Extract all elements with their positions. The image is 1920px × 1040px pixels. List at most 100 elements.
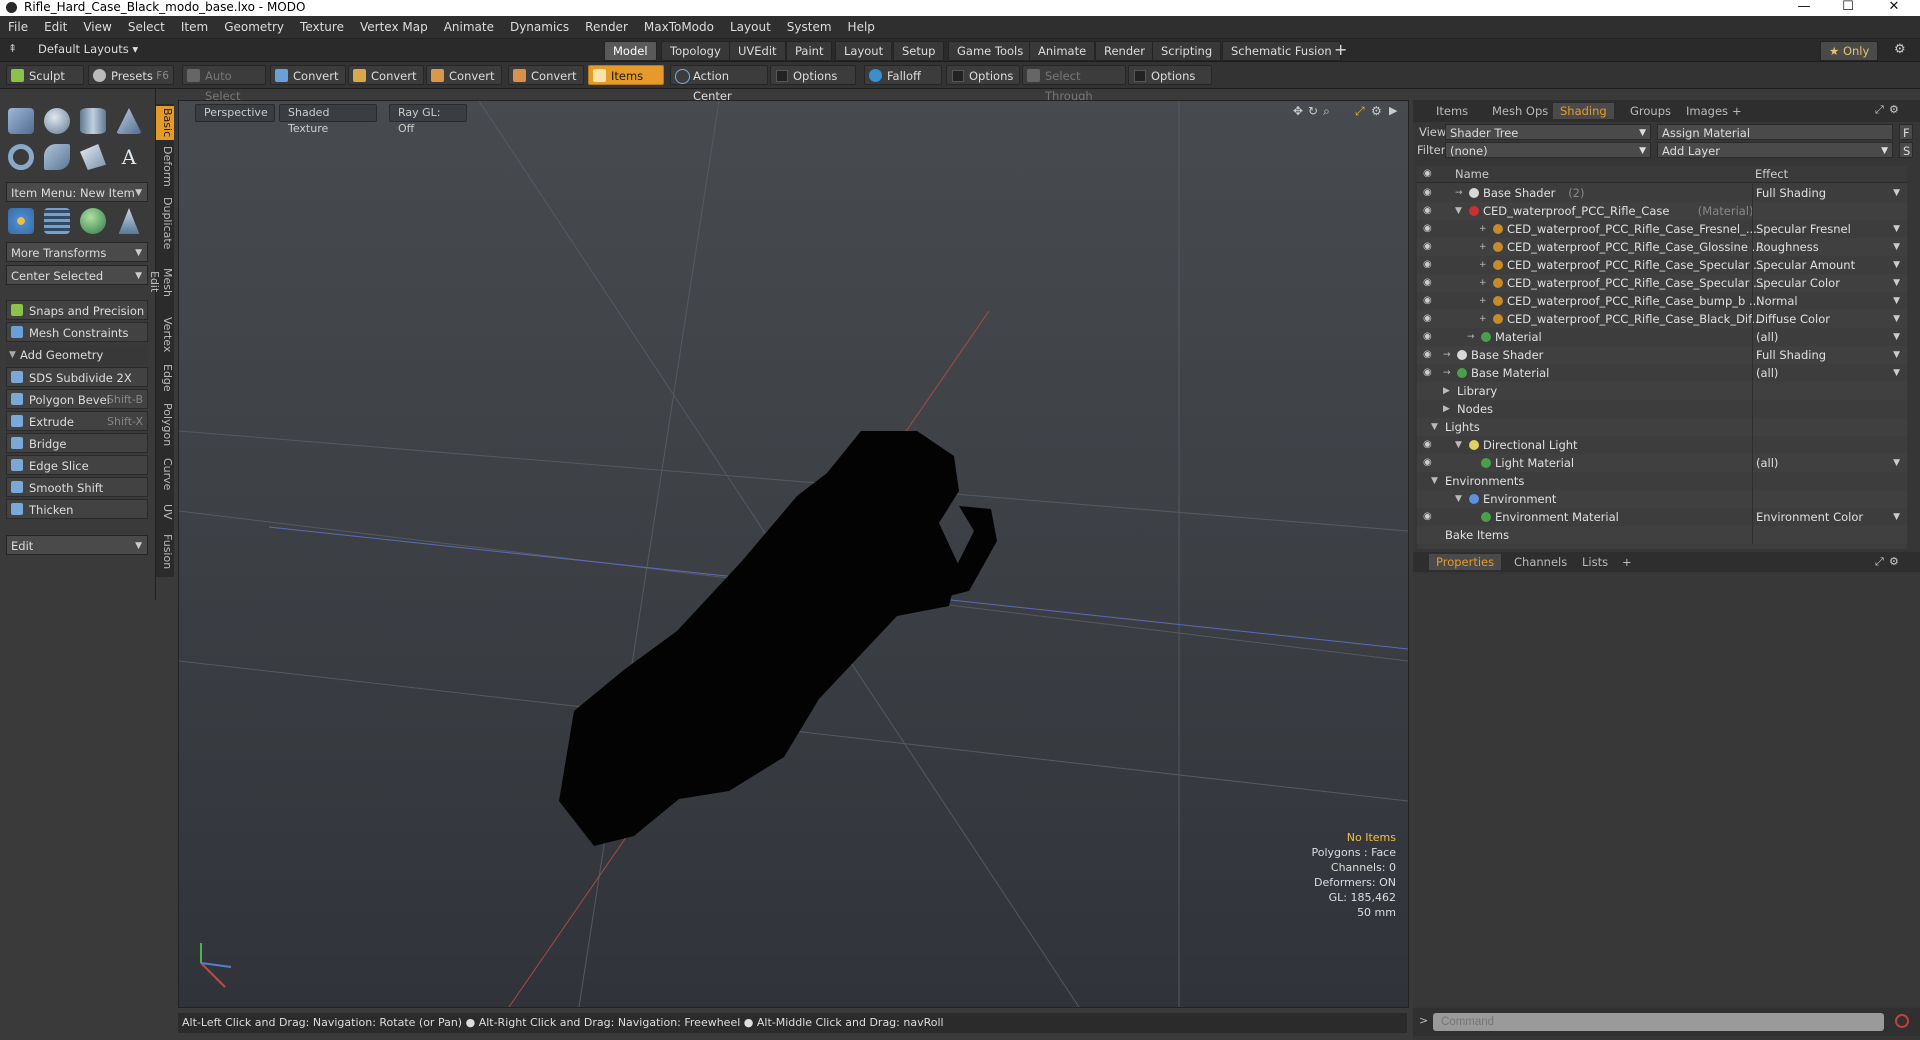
tab-scripting[interactable]: Scripting — [1152, 41, 1222, 61]
effect-column-header[interactable]: Effect — [1755, 167, 1788, 181]
row-effect[interactable] — [1752, 436, 1902, 454]
cone-icon[interactable] — [116, 108, 142, 134]
transform-gizmo-icon[interactable] — [8, 208, 34, 234]
eye-icon[interactable]: ◉ — [1423, 368, 1434, 378]
row-effect[interactable]: Roughness ▼ — [1752, 238, 1902, 256]
shader-tree-row[interactable]: ▼ Environments — [1417, 472, 1907, 490]
props-gear-icon[interactable]: ⚙ — [1889, 555, 1899, 568]
row-effect[interactable]: (all) ▼ — [1752, 454, 1902, 472]
select-through-options-button[interactable]: Options — [1128, 65, 1212, 85]
pen-tool-icon[interactable] — [80, 144, 106, 170]
tube-icon[interactable] — [44, 144, 70, 170]
menu-help[interactable]: Help — [840, 16, 883, 38]
menu-animate[interactable]: Animate — [436, 16, 502, 38]
vtab-fusion[interactable]: Fusion — [156, 532, 174, 572]
eye-icon[interactable]: ◉ — [1423, 206, 1434, 216]
menu-system[interactable]: System — [779, 16, 840, 38]
shader-tree-row[interactable]: ◉ + CED_waterproof_PCC_Rifle_Case_Specular… — [1417, 274, 1907, 292]
sds-subdivide-button[interactable]: SDS Subdivide 2X — [6, 367, 148, 387]
polygon-bevel-button[interactable]: Polygon Bevel Shift-B — [6, 389, 148, 409]
add-panel-tab-button[interactable]: + — [1725, 103, 1749, 119]
row-effect[interactable] — [1752, 400, 1902, 418]
layout-pin-icon[interactable]: ⇞ — [8, 42, 17, 55]
shader-tree-row[interactable]: ◉ Light Material (all) ▼ — [1417, 454, 1907, 472]
tab-animate[interactable]: Animate — [1029, 41, 1096, 61]
vtab-polygon[interactable]: Polygon — [156, 402, 174, 448]
only-toggle[interactable]: ★ Only — [1820, 41, 1879, 61]
shader-tree-row[interactable]: ◉ ▼ Directional Light — [1417, 436, 1907, 454]
tab-model[interactable]: Model — [604, 41, 657, 61]
shader-tree-row[interactable]: ◉ Environment Material Environment Color ▼ — [1417, 508, 1907, 526]
action-center-button[interactable]: Action Center — [670, 65, 768, 103]
close-button[interactable]: ✕ — [1872, 0, 1916, 16]
menu-render[interactable]: Render — [577, 16, 636, 38]
f-button[interactable]: F — [1899, 124, 1913, 140]
tab-groups[interactable]: Groups — [1623, 103, 1678, 119]
eye-icon[interactable]: ◉ — [1423, 314, 1434, 324]
add-props-tab-button[interactable]: + — [1615, 554, 1639, 570]
expand-toggle-icon[interactable]: → — [1443, 364, 1451, 382]
convert-edge-button[interactable]: Convert — [348, 65, 424, 85]
falloff-options-button[interactable]: Options — [946, 65, 1020, 85]
expand-toggle-icon[interactable]: → — [1443, 346, 1451, 364]
mesh-constraints-button[interactable]: Mesh Constraints — [6, 322, 148, 342]
tab-topology[interactable]: Topology — [661, 41, 730, 61]
snaps-precision-button[interactable]: Snaps and Precision — [6, 300, 148, 320]
eye-icon[interactable]: ◉ — [1423, 458, 1434, 468]
expand-toggle-icon[interactable]: ▼ — [1455, 202, 1462, 220]
expand-toggle-icon[interactable]: + — [1479, 292, 1487, 310]
row-effect[interactable]: Specular Color ▼ — [1752, 274, 1902, 292]
expand-toggle-icon[interactable]: + — [1479, 256, 1487, 274]
expand-toggle-icon[interactable]: ▶ — [1443, 382, 1450, 400]
shader-tree-row[interactable]: Bake Items — [1417, 526, 1907, 544]
torus-icon[interactable] — [8, 144, 34, 170]
bridge-button[interactable]: Bridge — [6, 433, 148, 453]
globe-icon[interactable] — [80, 208, 106, 234]
tab-shading[interactable]: Shading — [1553, 103, 1614, 119]
tab-setup[interactable]: Setup — [893, 41, 945, 61]
shader-tree-row[interactable]: ▶ Library — [1417, 382, 1907, 400]
eye-icon[interactable]: ◉ — [1423, 278, 1434, 288]
maximize-button[interactable]: ☐ — [1826, 0, 1870, 16]
eye-icon[interactable]: ◉ — [1423, 188, 1434, 198]
expand-toggle-icon[interactable]: ▼ — [1455, 490, 1462, 508]
more-transforms-dropdown[interactable]: More Transforms ▼ — [6, 242, 148, 262]
command-input[interactable] — [1433, 1013, 1884, 1031]
sphere-icon[interactable] — [44, 108, 70, 134]
menu-select[interactable]: Select — [120, 16, 173, 38]
expand-toggle-icon[interactable]: ▼ — [1431, 472, 1438, 490]
row-effect[interactable] — [1752, 472, 1902, 490]
shader-tree-row[interactable]: ▼ Environment — [1417, 490, 1907, 508]
add-tab-button[interactable]: + — [1334, 40, 1347, 59]
shader-tree-row[interactable]: ▼ Lights — [1417, 418, 1907, 436]
edit-dropdown[interactable]: Edit ▼ — [6, 535, 148, 555]
menu-dynamics[interactable]: Dynamics — [502, 16, 577, 38]
s-button[interactable]: S — [1899, 142, 1913, 158]
expand-toggle-icon[interactable]: ▼ — [1431, 418, 1438, 436]
eye-icon[interactable]: ◉ — [1423, 296, 1434, 306]
expand-toggle-icon[interactable]: → — [1455, 184, 1463, 202]
eye-icon[interactable]: ◉ — [1423, 242, 1434, 252]
smooth-shift-button[interactable]: Smooth Shift — [6, 477, 148, 497]
grid-mesh-icon[interactable] — [44, 208, 70, 234]
convert-polygon-button[interactable]: Convert — [426, 65, 502, 85]
row-effect[interactable]: Specular Amount ▼ — [1752, 256, 1902, 274]
shader-tree-row[interactable]: ◉ + CED_waterproof_PCC_Rifle_Case_Glossine… — [1417, 238, 1907, 256]
action-center-options-button[interactable]: Options — [770, 65, 856, 85]
eye-icon[interactable]: ◉ — [1423, 440, 1434, 450]
eye-icon[interactable]: ◉ — [1423, 512, 1434, 522]
shader-tree-row[interactable]: ◉ + CED_waterproof_PCC_Rifle_Case_Fresnel_… — [1417, 220, 1907, 238]
vtab-basic[interactable]: Basic — [156, 106, 174, 140]
pyramid-icon[interactable] — [118, 208, 140, 234]
expand-toggle-icon[interactable]: + — [1479, 220, 1487, 238]
menu-file[interactable]: File — [0, 16, 36, 38]
menu-edit[interactable]: Edit — [36, 16, 75, 38]
expand-toggle-icon[interactable]: → — [1467, 328, 1475, 346]
eye-icon[interactable]: ◉ — [1423, 224, 1434, 234]
expand-toggle-icon[interactable]: ▼ — [1455, 436, 1462, 454]
tab-channels[interactable]: Channels — [1507, 554, 1574, 570]
select-through-button[interactable]: Select Through — [1022, 65, 1126, 103]
tab-mesh-ops[interactable]: Mesh Ops — [1485, 103, 1555, 119]
gear-icon[interactable]: ⚙ — [1894, 42, 1906, 57]
shader-tree-row[interactable]: ◉ → Base Shader (2) Full Shading ▼ — [1417, 184, 1907, 202]
